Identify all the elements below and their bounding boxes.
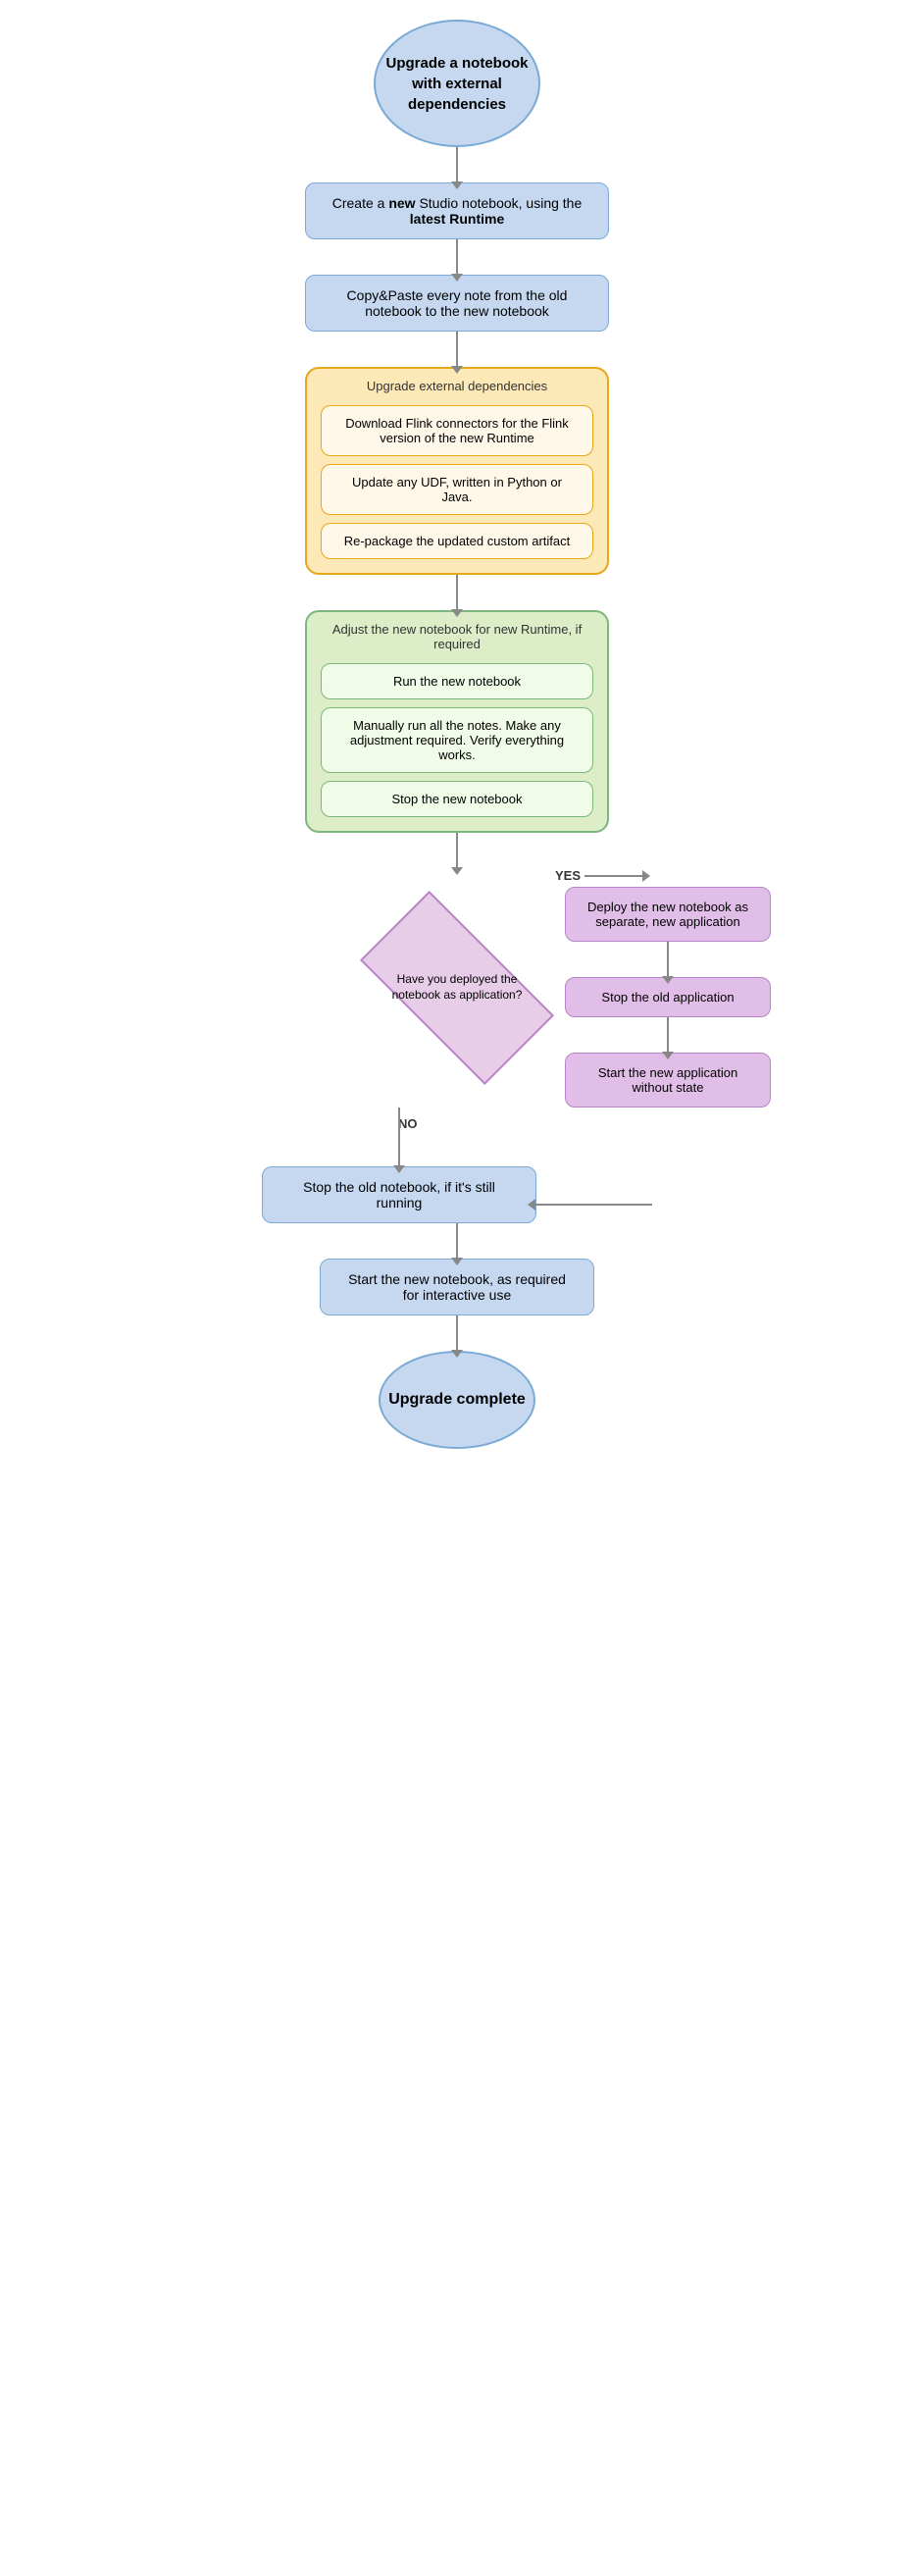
step5-row: Stop the old notebook, if it's still run… xyxy=(0,1108,914,1223)
step1-box: Create a new Studio notebook, using the … xyxy=(305,182,609,239)
step1-text: Create a new Studio notebook, using the … xyxy=(324,195,590,227)
step3c-box: Re-package the updated custom artifact xyxy=(321,523,593,559)
right3-box: Start the new application without state xyxy=(565,1053,771,1108)
step4c-text: Stop the new notebook xyxy=(392,792,523,806)
step3b-text: Update any UDF, written in Python or Jav… xyxy=(352,475,562,504)
step3a-text: Download Flink connectors for the Flink … xyxy=(345,416,569,445)
step4a-text: Run the new notebook xyxy=(393,674,521,689)
right1-box: Deploy the new notebook as separate, new… xyxy=(565,887,771,942)
arrow-3 xyxy=(456,332,458,367)
step3b-box: Update any UDF, written in Python or Jav… xyxy=(321,464,593,515)
start-ellipse: Upgrade a notebook with external depende… xyxy=(374,20,540,147)
no-label: NO xyxy=(398,1116,418,1131)
step4a-box: Run the new notebook xyxy=(321,663,593,699)
diamond-row: Have you deployed the notebook as applic… xyxy=(0,868,914,1108)
step5-box: Stop the old notebook, if it's still run… xyxy=(262,1166,536,1223)
step4c-box: Stop the new notebook xyxy=(321,781,593,817)
step3-group: Upgrade external dependencies Download F… xyxy=(305,367,609,575)
yes-arrow-row: YES xyxy=(555,868,643,883)
arrow-5 xyxy=(456,833,458,868)
right-column: Deploy the new notebook as separate, new… xyxy=(565,887,771,1108)
arrow-7 xyxy=(456,1315,458,1351)
step5-left-col: Stop the old notebook, if it's still run… xyxy=(262,1108,536,1223)
step6-box: Start the new notebook, as required for … xyxy=(320,1259,594,1315)
step3a-box: Download Flink connectors for the Flink … xyxy=(321,405,593,456)
step6-text: Start the new notebook, as required for … xyxy=(338,1271,576,1303)
right2-text: Stop the old application xyxy=(601,990,734,1005)
left-arrow xyxy=(534,1204,652,1206)
right-arrow-1 xyxy=(667,942,669,977)
step5-text: Stop the old notebook, if it's still run… xyxy=(280,1179,518,1211)
no-label-wrap: NO xyxy=(398,1115,418,1131)
diamond-wrap: Have you deployed the notebook as applic… xyxy=(359,924,555,1052)
left-arrow-wrap xyxy=(534,1204,652,1206)
arrow-4 xyxy=(456,575,458,610)
step4-group: Adjust the new notebook for new Runtime,… xyxy=(305,610,609,833)
right3-text: Start the new application without state xyxy=(584,1065,752,1095)
flowchart: Upgrade a notebook with external depende… xyxy=(0,20,914,1449)
yes-arrow xyxy=(584,875,643,877)
right-branch: YES Deploy the new notebook as separate,… xyxy=(555,868,771,1108)
step3c-text: Re-package the updated custom artifact xyxy=(344,534,571,548)
start-label: Upgrade a notebook with external depende… xyxy=(376,53,538,115)
step4b-text: Manually run all the notes. Make any adj… xyxy=(350,718,564,762)
step4-title: Adjust the new notebook for new Runtime,… xyxy=(321,622,593,651)
end-label: Upgrade complete xyxy=(388,1391,526,1409)
right-arrow-2 xyxy=(667,1017,669,1053)
arrow-6 xyxy=(456,1223,458,1259)
step3-title: Upgrade external dependencies xyxy=(367,379,547,393)
diamond-text: Have you deployed the notebook as applic… xyxy=(388,972,526,1003)
arrow-2 xyxy=(456,239,458,275)
step4b-box: Manually run all the notes. Make any adj… xyxy=(321,707,593,773)
end-ellipse: Upgrade complete xyxy=(379,1351,535,1449)
step2-box: Copy&Paste every note from the old noteb… xyxy=(305,275,609,332)
arrow-1 xyxy=(456,147,458,182)
no-arrow-down xyxy=(398,1108,400,1166)
step2-text: Copy&Paste every note from the old noteb… xyxy=(324,287,590,319)
right1-text: Deploy the new notebook as separate, new… xyxy=(584,900,752,929)
yes-label: YES xyxy=(555,868,581,883)
